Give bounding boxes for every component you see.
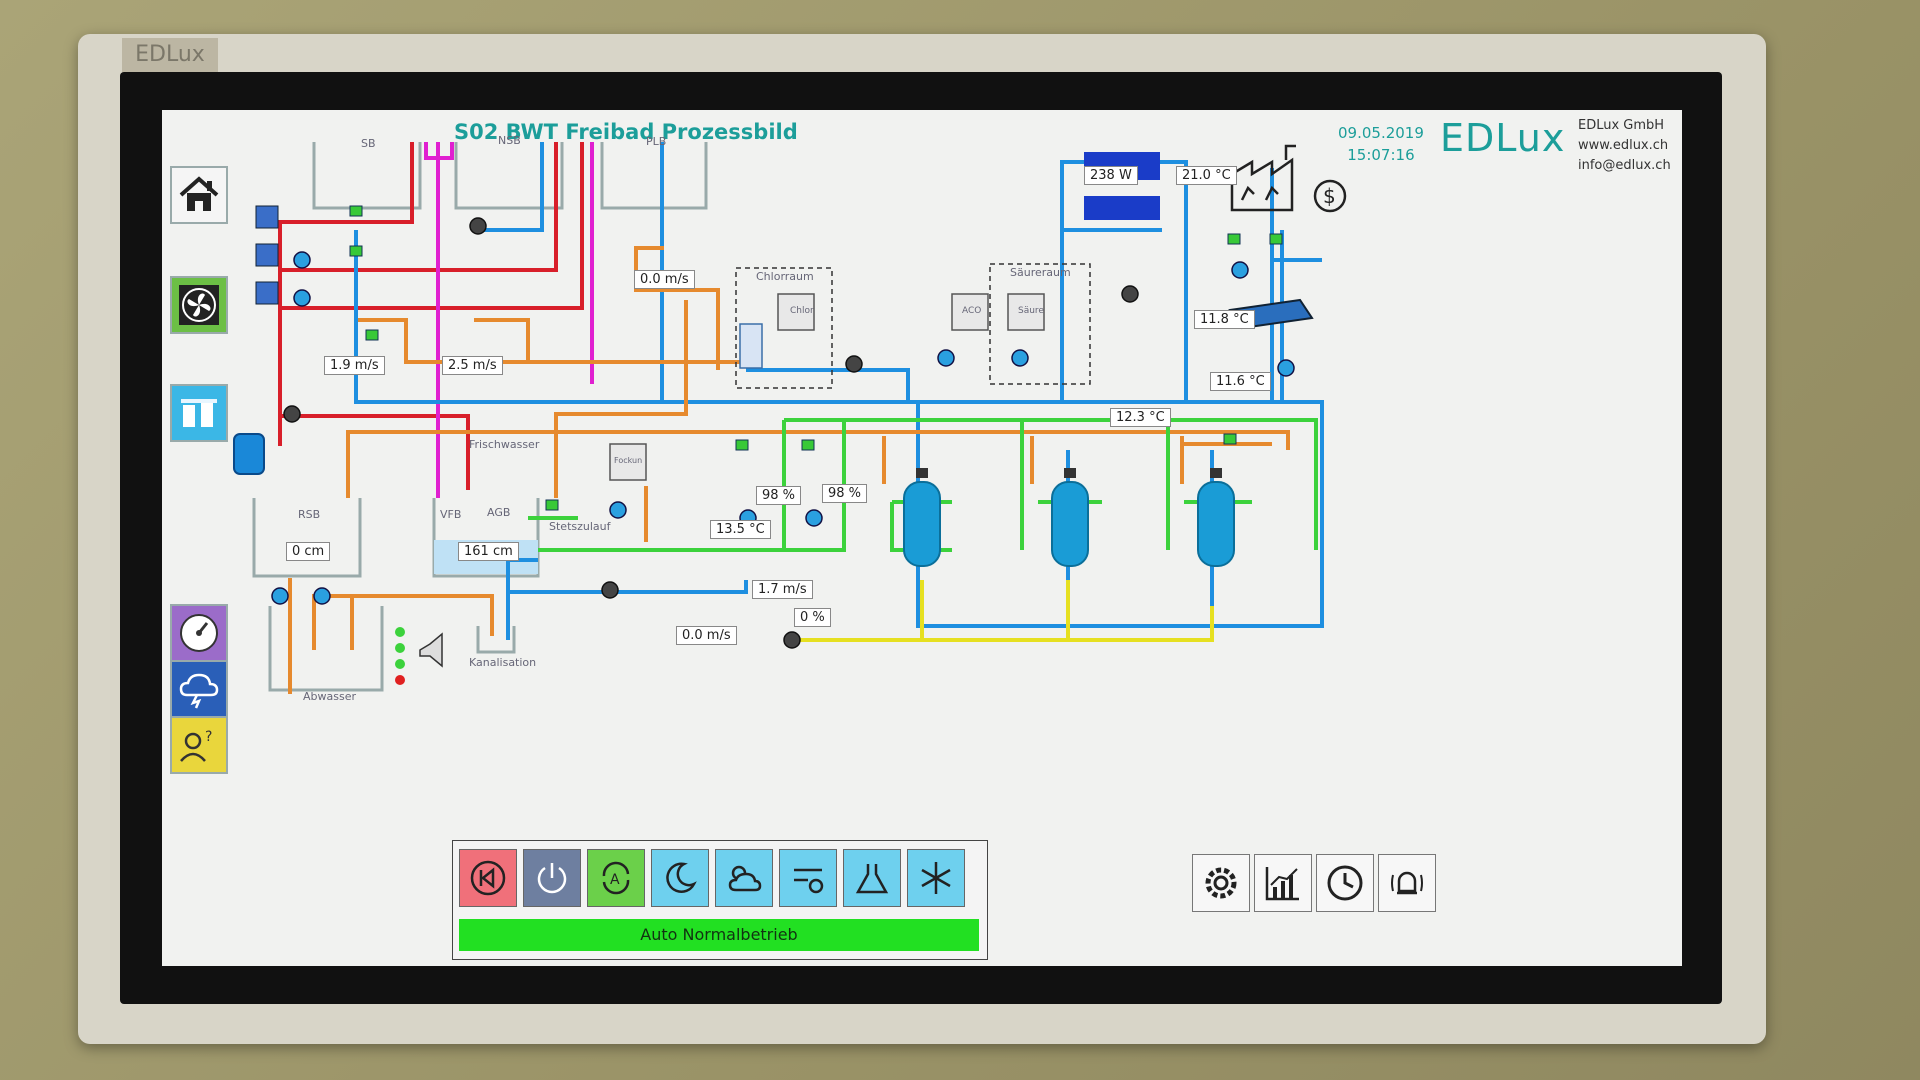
power-icon	[537, 863, 567, 894]
dollar-icon: $	[1313, 179, 1347, 213]
percent-reading-3: 0 %	[794, 608, 831, 627]
tank-label-rsb: RSB	[298, 508, 321, 521]
auto-cycle-icon: A	[602, 861, 630, 895]
operation-status: Auto Normalbetrieb	[459, 919, 979, 951]
mode-night-button[interactable]	[651, 849, 709, 907]
horn-icon	[419, 632, 443, 668]
mode-power-button[interactable]	[523, 849, 581, 907]
sliders-gear-icon	[794, 868, 824, 894]
mode-weather-button[interactable]	[715, 849, 773, 907]
alarm-bell-icon	[1391, 871, 1423, 895]
skip-back-icon	[470, 860, 506, 896]
label-fockun-container: Fockun	[614, 456, 643, 465]
label-aco-container: ACO	[962, 306, 982, 316]
label-saeureraum: Säureraum	[1010, 266, 1071, 279]
chemical-barrel	[233, 433, 265, 475]
svg-text:$: $	[1323, 184, 1336, 208]
bar-chart-icon	[1265, 867, 1299, 901]
tank-label-agb: AGB	[487, 506, 511, 519]
schedule-button[interactable]	[1316, 854, 1374, 912]
factory-icon	[1230, 144, 1296, 212]
tank-label-nsb: NSB	[498, 134, 521, 147]
mode-chemistry-button[interactable]	[843, 849, 901, 907]
label-stetszulauf: Stetszulauf	[549, 520, 611, 533]
temperature-reading-5: 21.0 °C	[1176, 166, 1237, 185]
mode-auto-button[interactable]: A	[587, 849, 645, 907]
rsb-level-reading: 0 cm	[286, 542, 331, 561]
sun-cloud-icon	[728, 865, 762, 892]
flow-reading-2: 2.5 m/s	[442, 356, 503, 375]
pressure-filters	[903, 468, 1235, 567]
mode-frost-button[interactable]	[907, 849, 965, 907]
tank-label-abwasser: Abwasser	[303, 690, 356, 703]
label-chlorraum: Chlorraum	[756, 270, 814, 283]
flow-reading-3: 0.0 m/s	[634, 270, 695, 289]
yellow-pipes	[792, 580, 1214, 642]
status-lamps	[395, 627, 405, 685]
label-frischwasser: Frischwasser	[469, 438, 540, 451]
flow-reading-5: 0.0 m/s	[676, 626, 737, 645]
label-saeure-container: Säure	[1018, 306, 1044, 316]
snowflake-icon	[921, 862, 951, 894]
temperature-reading-3: 11.8 °C	[1194, 310, 1255, 329]
percent-reading-1: 98 %	[756, 486, 802, 505]
temperature-reading-2: 12.3 °C	[1110, 408, 1171, 427]
process-diagram: $	[233, 142, 1347, 694]
chemical-containers	[609, 293, 1045, 481]
hmi-screen: S02 BWT Freibad Prozessbild 09.05.2019 1…	[162, 110, 1682, 966]
tank-label-sb: SB	[361, 137, 376, 150]
gear-icon	[1205, 867, 1237, 899]
power-reading: 238 W	[1084, 166, 1138, 185]
mode-bar: A Auto Normalbetrieb	[452, 840, 988, 960]
tank-label-plb: PLB	[646, 135, 667, 148]
trend-button[interactable]	[1254, 854, 1312, 912]
bezel-logo: EDLux	[122, 38, 218, 72]
mode-settings-button[interactable]	[779, 849, 837, 907]
flow-reading-1: 1.9 m/s	[324, 356, 385, 375]
settings-button[interactable]	[1192, 854, 1250, 912]
percent-reading-2: 98 %	[822, 484, 868, 503]
svg-text:A: A	[610, 872, 620, 888]
flask-icon	[855, 864, 889, 894]
moon-icon	[666, 862, 697, 894]
chlor-dosing-unit	[739, 323, 763, 369]
analyzers	[255, 205, 279, 305]
tank-label-vfb: VFB	[440, 508, 462, 521]
temperature-reading-4: 11.6 °C	[1210, 372, 1271, 391]
alarm-button[interactable]	[1378, 854, 1436, 912]
flow-reading-4: 1.7 m/s	[752, 580, 813, 599]
agb-level-reading: 161 cm	[458, 542, 519, 561]
label-chlor-container: Chlor	[790, 306, 814, 316]
temperature-reading-1: 13.5 °C	[710, 520, 771, 539]
tank-label-kanalisation: Kanalisation	[469, 656, 537, 669]
heat-exchanger-bottom	[1084, 196, 1160, 220]
mode-back-button[interactable]	[459, 849, 517, 907]
clock-icon	[1327, 865, 1363, 901]
